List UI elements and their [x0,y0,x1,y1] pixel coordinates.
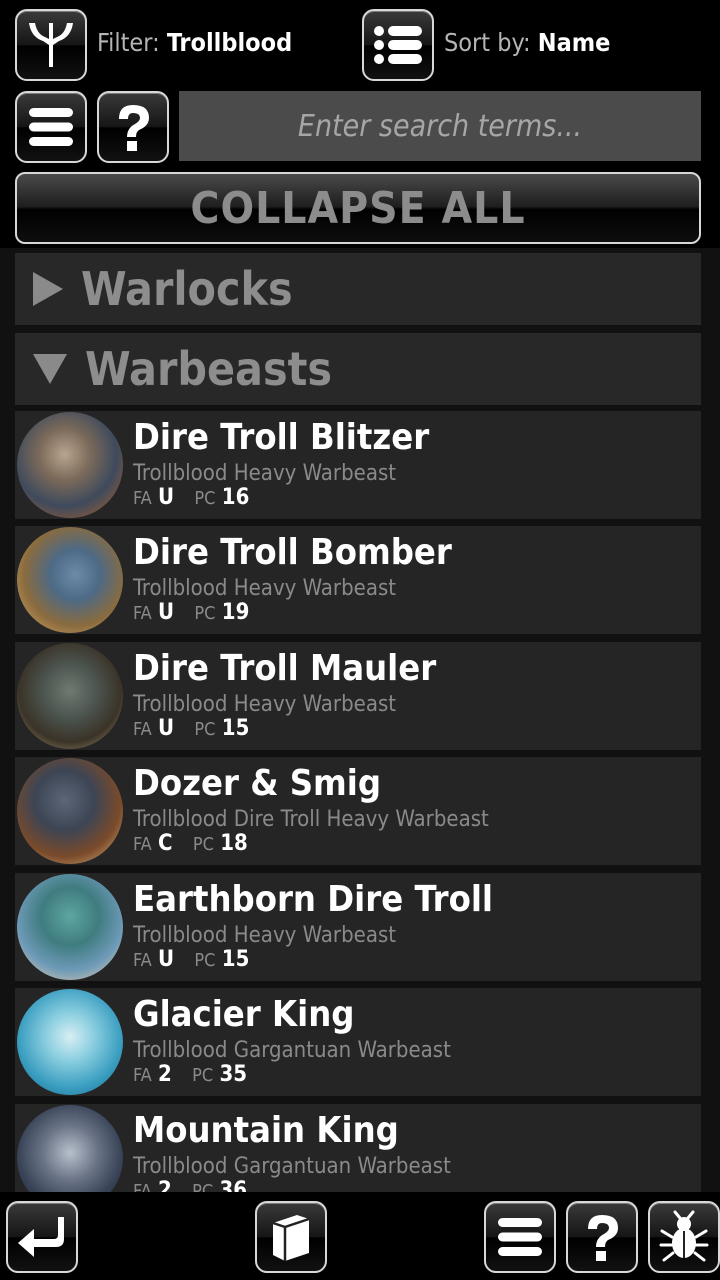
fa-value: U [158,716,175,741]
back-button[interactable] [6,1201,78,1273]
search-input[interactable] [179,91,701,161]
item-subtitle: Trollblood Heavy Warbeast [133,576,397,601]
item-stats: FA 2 PC 35 [133,1062,261,1087]
pc-label: PC [194,719,216,740]
item-subtitle: Trollblood Heavy Warbeast [133,923,397,948]
avatar [17,758,123,864]
fa-label: FA [133,488,152,509]
list-item[interactable]: Dire Troll Bomber Trollblood Heavy Warbe… [15,526,701,634]
book-icon [272,1215,310,1261]
sort-label: Sort by: Name [444,28,610,57]
sort-list-icon [374,26,422,64]
pc-value: 36 [219,1178,248,1192]
pc-value: 18 [220,831,248,856]
fa-label: FA [133,950,152,971]
pc-value: 15 [221,947,250,972]
help-button-bottom[interactable] [566,1201,638,1273]
filter-value: Trollblood [166,28,293,57]
item-name: Dire Troll Mauler [133,648,437,689]
sort-value: Name [537,28,611,57]
filter-button[interactable] [15,9,87,81]
avatar [17,643,123,749]
avatar [17,527,123,633]
list-item[interactable]: Dire Troll Mauler Trollblood Heavy Warbe… [15,642,701,750]
sort-button[interactable] [362,9,434,81]
pc-label: PC [192,1065,214,1086]
fa-value: U [158,947,175,972]
filter-label: Filter: Trollblood [97,28,292,57]
back-arrow-icon [18,1217,64,1257]
expand-arrow-icon [33,272,63,306]
item-stats: FA C PC 18 [133,831,262,856]
avatar [17,1105,123,1192]
pc-label: PC [192,834,214,855]
collapse-arrow-icon [33,354,67,384]
section-title: Warbeasts [85,342,333,396]
item-subtitle: Trollblood Gargantuan Warbeast [133,1038,451,1063]
unit-list[interactable]: Warlocks Warbeasts Dire Troll Blitzer Tr… [0,248,720,1192]
fa-label: FA [133,1181,152,1192]
fa-value: C [158,831,173,856]
avatar [17,874,123,980]
pc-value: 35 [219,1062,248,1087]
bug-icon [659,1210,709,1262]
item-stats: FA 2 PC 36 [133,1178,261,1192]
pc-label: PC [194,603,216,624]
fa-value: 2 [158,1062,172,1087]
item-name: Dozer & Smig [133,763,382,804]
book-button[interactable] [255,1201,327,1273]
fa-label: FA [133,719,152,740]
list-item[interactable]: Glacier King Trollblood Gargantuan Warbe… [15,988,701,1096]
item-name: Glacier King [133,994,355,1035]
fa-value: 2 [158,1178,172,1192]
pc-value: 15 [221,716,250,741]
item-stats: FA U PC 16 [133,485,263,510]
fa-value: U [158,600,175,625]
item-name: Dire Troll Blitzer [133,417,430,458]
list-item[interactable]: Mountain King Trollblood Gargantuan Warb… [15,1104,701,1192]
item-name: Earthborn Dire Troll [133,879,494,920]
filter-prefix: Filter: [97,28,160,57]
menu-button-bottom[interactable] [484,1201,556,1273]
fa-label: FA [133,834,152,855]
list-item[interactable]: Dire Troll Blitzer Trollblood Heavy Warb… [15,411,701,519]
pc-label: PC [194,950,216,971]
sort-prefix: Sort by: [444,28,531,57]
pc-label: PC [194,488,216,509]
menu-button[interactable] [15,91,87,163]
filter-icon [29,23,73,67]
bug-report-button[interactable] [648,1201,720,1273]
collapse-all-button[interactable]: COLLAPSE ALL [15,172,701,244]
item-stats: FA U PC 15 [133,716,263,741]
section-warlocks[interactable]: Warlocks [15,253,701,325]
fa-value: U [158,485,175,510]
fa-label: FA [133,603,152,624]
avatar [17,412,123,518]
question-mark-icon [119,105,149,151]
question-mark-icon [588,1215,618,1261]
item-subtitle: Trollblood Heavy Warbeast [133,692,397,717]
avatar [17,989,123,1095]
collapse-all-label: COLLAPSE ALL [190,182,526,234]
section-warbeasts[interactable]: Warbeasts [15,333,701,405]
hamburger-menu-icon [29,108,73,146]
section-title: Warlocks [81,262,293,316]
item-subtitle: Trollblood Heavy Warbeast [133,461,397,486]
item-stats: FA U PC 19 [133,600,263,625]
item-subtitle: Trollblood Dire Troll Heavy Warbeast [133,807,489,832]
item-name: Mountain King [133,1110,399,1151]
list-item[interactable]: Earthborn Dire Troll Trollblood Heavy Wa… [15,873,701,981]
fa-label: FA [133,1065,152,1086]
pc-value: 19 [221,600,250,625]
pc-label: PC [192,1181,214,1192]
hamburger-menu-icon [498,1218,542,1256]
pc-value: 16 [221,485,250,510]
item-name: Dire Troll Bomber [133,532,452,573]
item-stats: FA U PC 15 [133,947,263,972]
item-subtitle: Trollblood Gargantuan Warbeast [133,1154,451,1179]
list-item[interactable]: Dozer & Smig Trollblood Dire Troll Heavy… [15,757,701,865]
help-button[interactable] [97,91,169,163]
